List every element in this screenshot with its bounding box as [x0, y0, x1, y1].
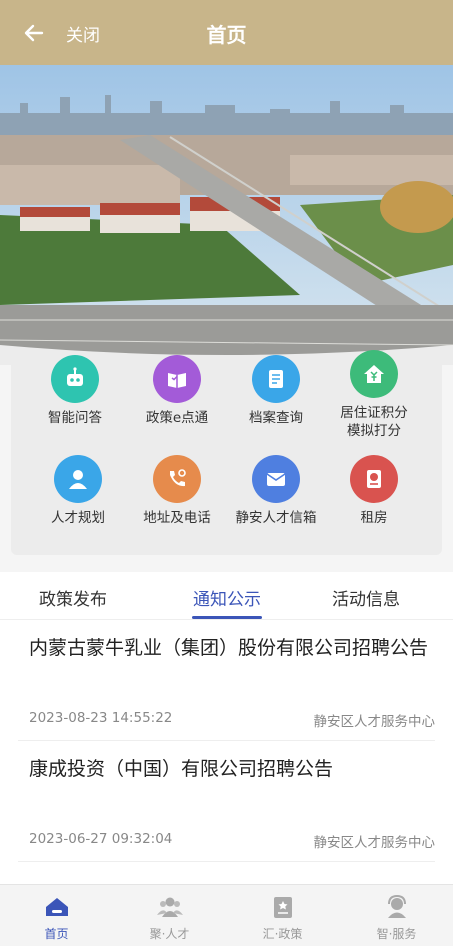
policy-book-icon: [153, 355, 201, 403]
service-talent-plan[interactable]: 人才规划: [28, 455, 128, 527]
nav-talent[interactable]: 聚·人才: [113, 893, 226, 942]
close-button[interactable]: 关闭: [22, 20, 122, 46]
policy-icon: [273, 897, 292, 918]
service-label: 租房: [360, 510, 388, 526]
person-icon: [54, 455, 102, 503]
phone-location-icon: [153, 455, 201, 503]
service-archive[interactable]: 档案查询: [226, 355, 326, 427]
service-residence-points[interactable]: 居住证积分 模拟打分: [324, 350, 424, 440]
tab-activities[interactable]: 活动信息: [311, 585, 421, 610]
bottom-nav: 首页 聚·人才 汇·政策 智·服务: [0, 884, 453, 946]
news-item[interactable]: 康成投资（中国）有限公司招聘公告 2023-06-27 09:32:04 静安区…: [18, 741, 435, 862]
top-bar: 关闭 首页: [0, 0, 453, 65]
service-policy[interactable]: 政策e点通: [127, 355, 227, 427]
home-icon: [45, 898, 68, 916]
service-label: 居住证积分 模拟打分: [340, 405, 408, 439]
news-title: 康成投资（中国）有限公司招聘公告: [29, 758, 334, 780]
news-date: 2023-06-27 09:32:04: [29, 831, 173, 847]
service-label: 人才规划: [51, 510, 105, 526]
news-date: 2023-08-23 14:55:22: [29, 710, 173, 726]
house-rental-icon: [350, 455, 398, 503]
residence-points-icon: [350, 350, 398, 398]
service-label: 地址及电话: [143, 510, 211, 526]
nav-service[interactable]: 智·服务: [340, 893, 453, 942]
service-label: 智能问答: [48, 410, 102, 426]
close-label: 关闭: [66, 25, 100, 46]
nav-label: 智·服务: [376, 927, 417, 941]
news-tabs: 政策发布 通知公示 活动信息: [0, 572, 453, 620]
archive-icon: [252, 355, 300, 403]
service-label: 政策e点通: [145, 410, 209, 426]
banner-image[interactable]: [0, 65, 453, 365]
back-arrow-icon: [24, 24, 44, 42]
service-address-phone[interactable]: 地址及电话: [127, 455, 227, 527]
service-smart-qa[interactable]: 智能问答: [25, 355, 125, 427]
news-source: 静安区人才服务中心: [313, 714, 436, 730]
news-source: 静安区人才服务中心: [313, 835, 436, 851]
service-agent-icon: [387, 894, 406, 918]
nav-home[interactable]: 首页: [0, 893, 113, 942]
nav-label: 汇·政策: [262, 927, 303, 941]
nav-policy[interactable]: 汇·政策: [226, 893, 339, 942]
robot-icon: [51, 355, 99, 403]
news-title: 内蒙古蒙牛乳业（集团）股份有限公司招聘公告: [29, 637, 429, 659]
service-label: 档案查询: [249, 410, 303, 426]
service-mailbox[interactable]: 静安人才信箱: [226, 455, 326, 527]
news-item[interactable]: 内蒙古蒙牛乳业（集团）股份有限公司招聘公告 2023-08-23 14:55:2…: [18, 620, 435, 741]
tab-notices[interactable]: 通知公示: [172, 585, 282, 610]
service-label: 静安人才信箱: [235, 510, 317, 526]
active-tab-indicator: [192, 616, 262, 619]
nav-label: 聚·人才: [149, 927, 190, 941]
people-icon: [156, 897, 183, 917]
mailbox-icon: [252, 455, 300, 503]
tab-policy-release[interactable]: 政策发布: [18, 585, 128, 610]
service-rental[interactable]: 租房: [324, 455, 424, 527]
nav-label: 首页: [44, 927, 69, 941]
